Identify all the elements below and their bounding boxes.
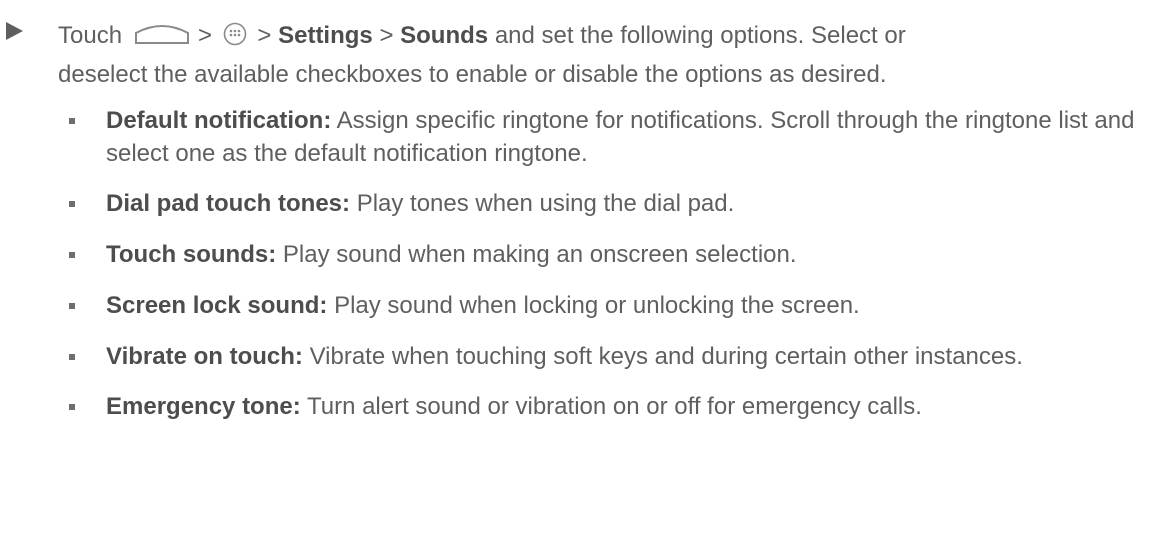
option-term: Default notification: xyxy=(106,107,332,134)
option-description: Turn alert sound or vibration on or off … xyxy=(306,393,922,420)
instruction-rest-line2: deselect the available checkboxes to ena… xyxy=(58,61,887,88)
bullet-icon xyxy=(69,354,75,360)
list-item: Touch sounds: Play sound when making an … xyxy=(0,238,1146,271)
option-description: Play sound when making an onscreen selec… xyxy=(282,241,797,268)
separator: > xyxy=(379,22,394,49)
option-term: Screen lock sound: xyxy=(106,292,328,319)
separator: > xyxy=(198,22,213,49)
sounds-label: Sounds xyxy=(400,22,489,49)
bullet-icon xyxy=(69,201,75,207)
instruction-rest: and set the following options. Select or xyxy=(494,22,906,49)
option-term: Touch sounds: xyxy=(106,241,277,268)
option-description: Vibrate when touching soft keys and duri… xyxy=(309,343,1023,370)
bullet-icon xyxy=(69,404,75,410)
instruction-step: Touch > > Settings > Sounds and set the f… xyxy=(0,18,1150,117)
bullet-icon xyxy=(69,118,75,124)
step-arrow-icon xyxy=(6,22,23,40)
option-term: Dial pad touch tones: xyxy=(106,190,351,217)
options-list: Default notification: Assign specific ri… xyxy=(0,104,1150,423)
separator: > xyxy=(257,22,272,49)
settings-label: Settings xyxy=(278,22,373,49)
list-item: Emergency tone: Turn alert sound or vibr… xyxy=(0,390,1146,423)
home-icon xyxy=(132,20,192,56)
list-item: Screen lock sound: Play sound when locki… xyxy=(0,289,1146,322)
instruction-text: Touch > > Settings > Sounds and set the f… xyxy=(58,18,1128,93)
list-item: Dial pad touch tones: Play tones when us… xyxy=(0,187,1146,220)
option-description: Play sound when locking or unlocking the… xyxy=(334,292,860,319)
bullet-icon xyxy=(69,252,75,258)
option-description: Play tones when using the dial pad. xyxy=(356,190,735,217)
apps-icon xyxy=(223,21,247,57)
option-term: Vibrate on touch: xyxy=(106,343,303,370)
touch-word: Touch xyxy=(58,22,123,49)
list-item: Default notification: Assign specific ri… xyxy=(0,104,1146,170)
list-item: Vibrate on touch: Vibrate when touching … xyxy=(0,340,1146,373)
option-term: Emergency tone: xyxy=(106,393,301,420)
bullet-icon xyxy=(69,303,75,309)
